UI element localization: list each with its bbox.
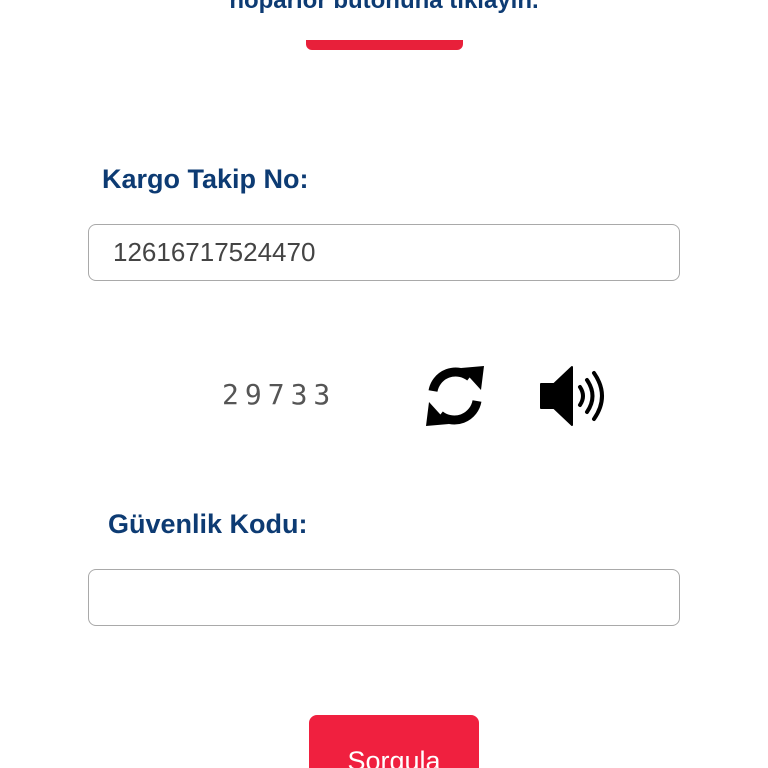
- tracking-number-label: Kargo Takip No:: [102, 164, 309, 194]
- refresh-icon[interactable]: [424, 364, 486, 428]
- submit-button[interactable]: Sorgula: [309, 715, 479, 768]
- red-divider: [306, 40, 463, 50]
- instruction-text: hoparlör butonuna tıklayın.: [229, 0, 539, 14]
- speaker-icon[interactable]: [538, 364, 606, 428]
- security-code-label: Güvenlik Kodu:: [108, 509, 308, 539]
- captcha-code: 29733: [222, 378, 337, 411]
- tracking-number-input[interactable]: [88, 224, 680, 281]
- security-code-input[interactable]: [88, 569, 680, 626]
